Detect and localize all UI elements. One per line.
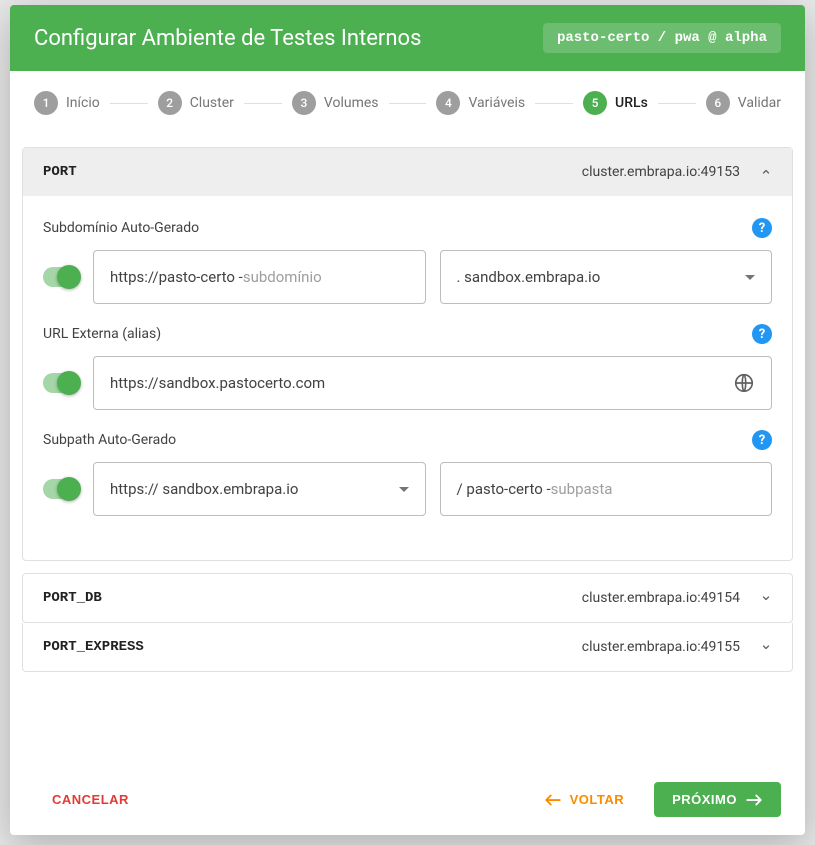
step-label: Volumes	[324, 95, 379, 111]
next-button[interactable]: PRÓXIMO	[654, 782, 781, 817]
subdomain-input[interactable]: https://pasto-certo - subdomínio	[93, 250, 426, 304]
panel-port-express-header[interactable]: PORT_EXPRESS cluster.embrapa.io:49155	[23, 623, 792, 671]
panel-port-express: PORT_EXPRESS cluster.embrapa.io:49155	[22, 623, 793, 672]
panel-title: PORT_EXPRESS	[43, 639, 144, 655]
step-number: 5	[583, 91, 607, 115]
panel-port-db: PORT_DB cluster.embrapa.io:49154	[22, 573, 793, 623]
input-placeholder: subdomínio	[243, 268, 322, 286]
external-url-input[interactable]: https:// sandbox.pastocerto.com	[93, 356, 772, 410]
button-label: VOLTAR	[570, 792, 625, 807]
dialog-header: Configurar Ambiente de Testes Internos p…	[10, 5, 805, 71]
chevron-down-icon	[760, 592, 772, 604]
input-prefix: / pasto-certo -	[457, 480, 551, 498]
panel-host: cluster.embrapa.io:49155	[582, 639, 740, 655]
panel-title: PORT	[43, 164, 77, 180]
panel-host: cluster.embrapa.io:49153	[582, 164, 740, 180]
step-number: 2	[158, 91, 182, 115]
help-icon[interactable]: ?	[752, 218, 772, 238]
step-label: Variáveis	[468, 95, 525, 111]
field-label: Subdomínio Auto-Gerado	[43, 220, 199, 236]
help-icon[interactable]: ?	[752, 324, 772, 344]
back-button[interactable]: VOLTAR	[526, 782, 643, 817]
field-subpath: Subpath Auto-Gerado ? https:// sandbox.e…	[43, 430, 772, 516]
input-prefix: https://	[110, 374, 159, 392]
select-value: . sandbox.embrapa.io	[457, 268, 601, 286]
cancel-button[interactable]: CANCELAR	[34, 782, 147, 817]
panel-port: PORT cluster.embrapa.io:49153 Subdomínio…	[22, 147, 793, 561]
step-divider	[244, 103, 282, 104]
panel-title: PORT_DB	[43, 590, 102, 606]
field-label: URL Externa (alias)	[43, 326, 161, 342]
breadcrumb: pasto-certo / pwa @ alpha	[543, 23, 781, 53]
subdomain-domain-select[interactable]: . sandbox.embrapa.io	[440, 250, 773, 304]
globe-icon	[733, 372, 755, 394]
chevron-down-icon	[399, 487, 409, 492]
dialog-footer: CANCELAR VOLTAR PRÓXIMO	[10, 764, 805, 835]
step-volumes[interactable]: 3 Volumes	[292, 91, 379, 115]
panel-port-header[interactable]: PORT cluster.embrapa.io:49153	[23, 148, 792, 196]
step-variaveis[interactable]: 4 Variáveis	[436, 91, 525, 115]
dialog-content: PORT cluster.embrapa.io:49153 Subdomínio…	[10, 135, 805, 764]
field-label: Subpath Auto-Gerado	[43, 432, 176, 448]
help-icon[interactable]: ?	[752, 430, 772, 450]
select-value: https:// sandbox.embrapa.io	[110, 480, 298, 498]
step-label: Cluster	[190, 95, 234, 111]
step-urls[interactable]: 5 URLs	[583, 91, 648, 115]
chevron-down-icon	[745, 275, 755, 280]
arrow-left-icon	[544, 793, 562, 807]
dialog-title: Configurar Ambiente de Testes Internos	[34, 26, 421, 51]
subpath-input[interactable]: / pasto-certo - subpasta	[440, 462, 773, 516]
step-cluster[interactable]: 2 Cluster	[158, 91, 234, 115]
field-external-url: URL Externa (alias) ? https:// sandbox.p…	[43, 324, 772, 410]
step-divider	[110, 103, 148, 104]
stepper: 1 Início 2 Cluster 3 Volumes 4 Variáveis…	[10, 71, 805, 135]
step-label: Início	[66, 95, 100, 111]
field-subdomain: Subdomínio Auto-Gerado ? https://pasto-c…	[43, 218, 772, 304]
dialog-configure-environment: Configurar Ambiente de Testes Internos p…	[10, 5, 805, 835]
chevron-down-icon	[760, 641, 772, 653]
step-validar[interactable]: 6 Validar	[706, 91, 781, 115]
button-label: PRÓXIMO	[672, 792, 737, 807]
input-value: sandbox.pastocerto.com	[159, 374, 326, 392]
subpath-base-select[interactable]: https:// sandbox.embrapa.io	[93, 462, 426, 516]
arrow-right-icon	[745, 793, 763, 807]
external-toggle[interactable]	[43, 373, 79, 393]
subdomain-toggle[interactable]	[43, 267, 79, 287]
step-number: 4	[436, 91, 460, 115]
chevron-up-icon	[760, 166, 772, 178]
step-label: URLs	[615, 95, 648, 111]
step-number: 1	[34, 91, 58, 115]
step-divider	[658, 103, 696, 104]
step-label: Validar	[738, 95, 781, 111]
step-inicio[interactable]: 1 Início	[34, 91, 100, 115]
button-label: CANCELAR	[52, 792, 129, 807]
panel-port-db-header[interactable]: PORT_DB cluster.embrapa.io:49154	[23, 574, 792, 622]
step-number: 6	[706, 91, 730, 115]
subpath-toggle[interactable]	[43, 479, 79, 499]
step-divider	[389, 103, 427, 104]
panel-host: cluster.embrapa.io:49154	[582, 590, 740, 606]
step-number: 3	[292, 91, 316, 115]
step-divider	[535, 103, 573, 104]
input-placeholder: subpasta	[551, 480, 613, 498]
input-prefix: https://pasto-certo -	[110, 268, 243, 286]
panel-port-body: Subdomínio Auto-Gerado ? https://pasto-c…	[23, 196, 792, 560]
